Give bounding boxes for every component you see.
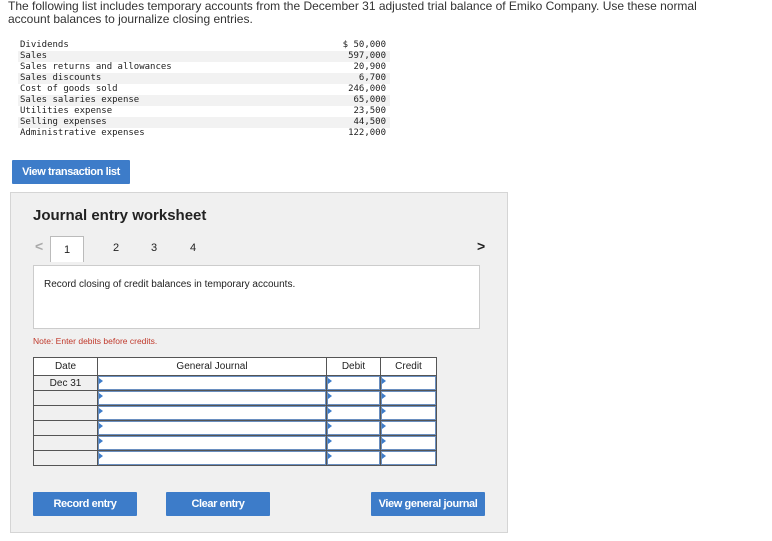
table-header-row: Date General Journal Debit Credit [33,357,437,376]
balance-row: Administrative expenses 122,000 [18,128,390,139]
credit-input[interactable] [381,421,436,435]
account-input[interactable] [98,391,326,405]
credit-input[interactable] [381,376,436,390]
account-name: Utilities expense [20,106,113,116]
account-amount: 65,000 [353,95,386,105]
debit-column-header: Debit [326,357,381,376]
tab-3[interactable]: 3 [137,236,171,260]
debit-input[interactable] [327,376,380,390]
tab-4[interactable]: 4 [176,236,210,260]
debit-input[interactable] [327,421,380,435]
tab-2[interactable]: 2 [99,236,133,260]
account-name: Cost of goods sold [20,84,118,94]
date-cell [33,450,98,466]
balance-row: Sales salaries expense 65,000 [18,95,390,106]
journal-table: Date General Journal Debit Credit Dec 31 [33,357,437,466]
journal-entry-worksheet: Journal entry worksheet < 1 2 3 4 > Reco… [10,192,508,533]
account-amount: 246,000 [348,84,386,94]
table-row [33,420,437,436]
account-amount: 6,700 [358,73,386,83]
record-entry-button[interactable]: Record entry [33,492,137,516]
account-input[interactable] [98,406,326,420]
date-cell [33,405,98,421]
account-amount: 20,900 [353,62,386,72]
credit-input[interactable] [381,451,436,465]
table-row [33,405,437,421]
account-name: Sales discounts [20,73,102,83]
balance-row: Cost of goods sold 246,000 [18,84,390,95]
debit-input[interactable] [327,436,380,450]
date-cell [33,390,98,406]
account-name: Sales returns and allowances [20,62,172,72]
account-name: Sales salaries expense [20,95,140,105]
clear-entry-button[interactable]: Clear entry [166,492,270,516]
account-amount: 122,000 [348,128,386,138]
account-amount: 597,000 [348,51,386,61]
view-general-journal-button[interactable]: View general journal [371,492,485,516]
worksheet-title: Journal entry worksheet [33,207,207,224]
account-input[interactable] [98,451,326,465]
view-transaction-list-button[interactable]: View transaction list [12,160,130,184]
debit-input[interactable] [327,391,380,405]
account-name: Selling expenses [20,117,107,127]
date-cell: Dec 31 [33,375,98,391]
tab-1[interactable]: 1 [50,236,84,262]
account-amount: 44,500 [353,117,386,127]
instruction-text: Record closing of credit balances in tem… [44,279,296,290]
trial-balance-list: Dividends $ 50,000 Sales 597,000 Sales ret… [18,40,390,139]
balance-row: Dividends $ 50,000 [18,40,390,51]
table-row [33,390,437,406]
balance-row: Selling expenses 44,500 [18,117,390,128]
account-amount: 23,500 [353,106,386,116]
instructions-text: The following list includes temporary ac… [8,0,697,26]
account-name: Dividends [20,40,69,50]
table-row: Dec 31 [33,375,437,391]
credit-column-header: Credit [380,357,437,376]
table-row [33,435,437,451]
balance-row: Sales discounts 6,700 [18,73,390,84]
debit-input[interactable] [327,406,380,420]
prev-arrow-icon[interactable]: < [35,238,43,254]
account-input[interactable] [98,421,326,435]
date-cell [33,435,98,451]
account-name: Sales [20,51,48,61]
credit-input[interactable] [381,406,436,420]
debit-input[interactable] [327,451,380,465]
credit-input[interactable] [381,391,436,405]
date-column-header: Date [33,357,98,376]
account-amount: $ 50,000 [342,40,386,50]
account-input[interactable] [98,436,326,450]
date-cell [33,420,98,436]
next-arrow-icon[interactable]: > [477,238,485,254]
balance-row: Sales 597,000 [18,51,390,62]
note-text: Note: Enter debits before credits. [33,336,158,346]
account-input[interactable] [98,376,326,390]
account-column-header: General Journal [97,357,327,376]
balance-row: Sales returns and allowances 20,900 [18,62,390,73]
account-name: Administrative expenses [20,128,145,138]
balance-row: Utilities expense 23,500 [18,106,390,117]
instruction-panel: Record closing of credit balances in tem… [33,265,480,329]
table-row [33,450,437,466]
credit-input[interactable] [381,436,436,450]
